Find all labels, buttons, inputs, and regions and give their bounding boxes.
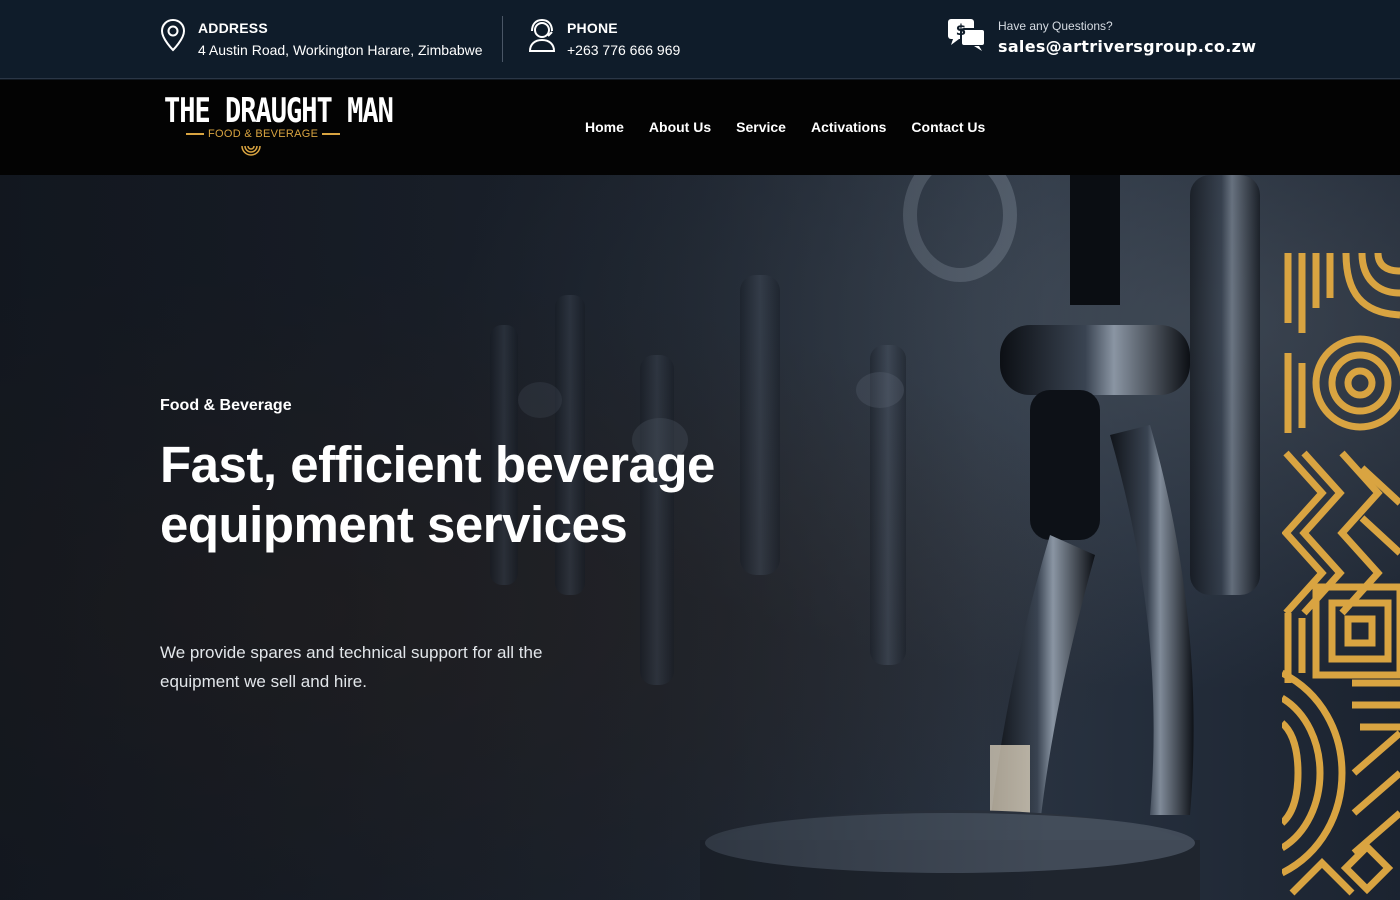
site-logo[interactable]: THE DRAUGHT MAN FOOD & BEVERAGE bbox=[164, 92, 394, 164]
chat-dollar-icon: $ bbox=[946, 16, 988, 56]
phone-info: PHONE +263 776 666 969 bbox=[527, 18, 680, 62]
phone-label: PHONE bbox=[567, 20, 618, 36]
nav-activations[interactable]: Activations bbox=[811, 119, 886, 135]
email-link[interactable]: sales@artriversgroup.co.zw bbox=[998, 36, 1256, 58]
hero-eyebrow: Food & Beverage bbox=[160, 397, 292, 414]
address-value: 4 Austin Road, Workington Harare, Zimbab… bbox=[198, 42, 483, 58]
logo-subtitle: FOOD & BEVERAGE bbox=[182, 128, 344, 140]
svg-text:$: $ bbox=[956, 21, 966, 39]
map-pin-icon bbox=[158, 18, 188, 58]
nav-home[interactable]: Home bbox=[585, 119, 624, 135]
nav-menu: Home About Us Service Activations Contac… bbox=[585, 119, 985, 135]
hero-section: Food & Beverage Fast, efficient beverage… bbox=[0, 175, 1400, 900]
address-label: ADDRESS bbox=[198, 20, 268, 36]
nav-about-us[interactable]: About Us bbox=[649, 119, 711, 135]
logo-title: THE DRAUGHT MAN bbox=[164, 92, 394, 131]
hero-description: We provide spares and technical support … bbox=[160, 643, 543, 691]
phone-link[interactable]: +263 776 666 969 bbox=[567, 38, 680, 62]
logo-sun-icon bbox=[241, 145, 261, 156]
hero-headline: Fast, efficient beverage equipment servi… bbox=[160, 436, 715, 553]
address-info: ADDRESS 4 Austin Road, Workington Harare… bbox=[158, 18, 483, 62]
nav-service[interactable]: Service bbox=[736, 119, 786, 135]
info-divider bbox=[502, 16, 503, 62]
main-navbar: THE DRAUGHT MAN FOOD & BEVERAGE Home Abo… bbox=[0, 80, 1400, 175]
email-info: $ Have any Questions? sales@artriversgro… bbox=[946, 16, 1256, 58]
top-info-bar: ADDRESS 4 Austin Road, Workington Harare… bbox=[0, 0, 1400, 79]
questions-label: Have any Questions? bbox=[998, 19, 1113, 33]
nav-contact-us[interactable]: Contact Us bbox=[911, 119, 985, 135]
headset-icon bbox=[527, 18, 557, 58]
decorative-gold-pattern bbox=[1282, 253, 1400, 896]
